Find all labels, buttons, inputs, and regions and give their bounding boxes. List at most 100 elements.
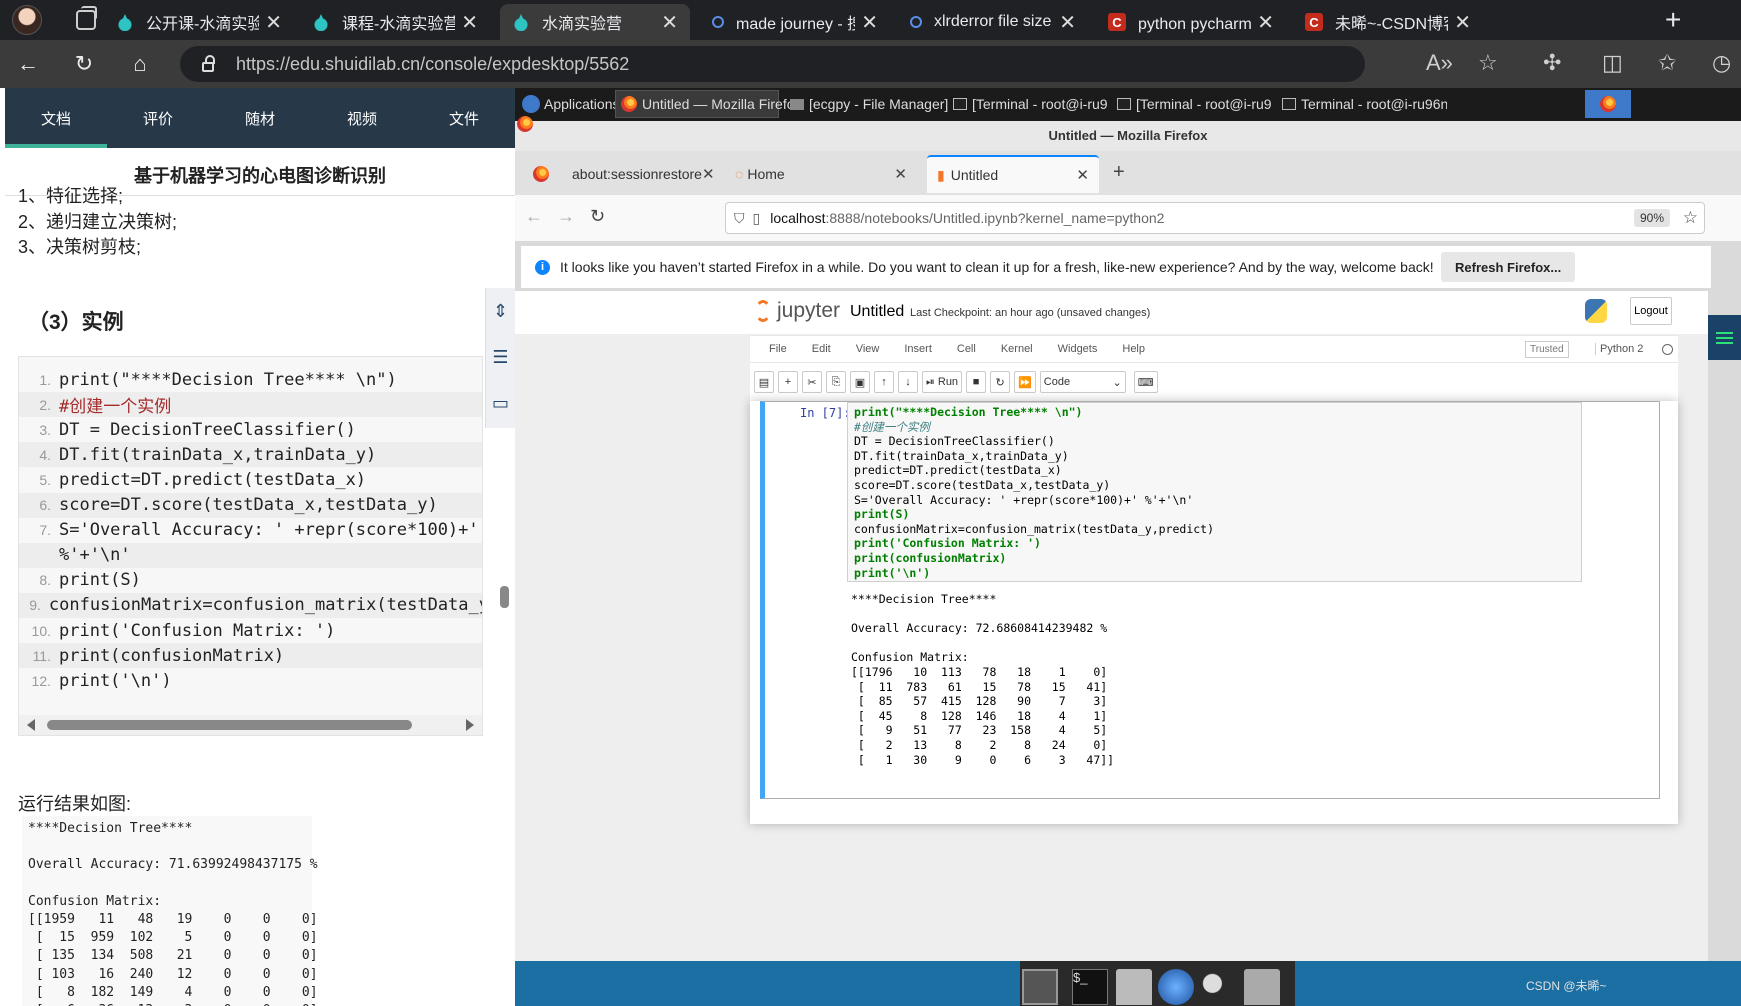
run-button[interactable]: ⏯ Run — [922, 371, 963, 393]
refresh-firefox-button[interactable]: Refresh Firefox... — [1441, 252, 1576, 282]
lock-icon[interactable] — [202, 55, 215, 72]
menu-kernel[interactable]: Kernel — [1001, 343, 1033, 355]
menu-help[interactable]: Help — [1122, 343, 1145, 355]
taskbar-firefox[interactable]: Untitled — Mozilla Firefox — [615, 90, 802, 118]
browser-tab[interactable]: made journey - 搜索 ✕ — [700, 4, 890, 40]
code-line: 9. confusionMatrix=confusion_matrix(testD… — [19, 592, 482, 618]
home-folder-icon[interactable] — [1116, 969, 1152, 1005]
course-tab-video[interactable]: 视频 — [311, 88, 413, 148]
move-down-icon[interactable]: ↓ — [898, 371, 918, 393]
insert-cell-icon[interactable]: + — [778, 371, 798, 393]
history-icon[interactable]: ◷ — [1712, 50, 1731, 76]
terminal-icon[interactable]: $_ — [1072, 969, 1108, 1005]
notebook-name[interactable]: Untitled — [850, 303, 904, 321]
course-tab-files[interactable]: 文件 — [413, 88, 515, 148]
vertical-scrollbar-thumb[interactable] — [500, 586, 509, 608]
taskbar-terminal-1[interactable]: [Terminal - root@i-ru96... — [948, 90, 1108, 118]
browser-tab[interactable]: Cpython pycharm安装 ✕ — [1096, 4, 1286, 40]
fast-forward-icon[interactable]: ⏩ — [1014, 371, 1036, 393]
browser-tab[interactable]: 水滴实验营 ✕ — [500, 4, 690, 40]
tab-actions-icon[interactable] — [76, 6, 97, 30]
firefox-tab-session[interactable]: about:sessionrestore ✕ — [523, 155, 718, 193]
taskbar-terminal-2[interactable]: [Terminal - root@i-ru96... — [1112, 90, 1272, 118]
cut-icon[interactable]: ✂ — [802, 371, 822, 393]
menu-insert[interactable]: Insert — [904, 343, 932, 355]
reload-icon[interactable]: ↻ — [56, 51, 112, 77]
profile-avatar[interactable] — [12, 5, 42, 35]
logout-button[interactable]: Logout — [1630, 297, 1672, 325]
close-tab-icon[interactable]: ✕ — [1454, 10, 1471, 35]
extensions-icon[interactable]: ✣ — [1543, 50, 1561, 76]
keyboard-icon[interactable]: ⌨ — [1133, 371, 1158, 393]
back-icon[interactable]: ← — [0, 51, 56, 77]
course-tab-review[interactable]: 评价 — [107, 88, 209, 148]
new-tab-button[interactable]: + — [1665, 4, 1681, 36]
shield-icon: ⛉ — [734, 209, 745, 226]
taskbar-file-manager[interactable]: [ecgpy - File Manager] — [785, 90, 948, 118]
home-icon[interactable]: ⌂ — [112, 51, 168, 77]
line-number: 1. — [39, 371, 51, 388]
course-tab-docs[interactable]: 文档 — [5, 88, 107, 148]
new-tab-icon[interactable]: + — [1113, 161, 1125, 184]
window-icon[interactable]: ▭ — [486, 380, 515, 426]
scroll-left-icon[interactable] — [27, 719, 35, 731]
code-cell[interactable]: In [7]: print("****Decision Tree**** \n"… — [760, 401, 1660, 799]
menu-widgets[interactable]: Widgets — [1058, 343, 1098, 355]
paste-icon[interactable]: ▣ — [850, 371, 870, 393]
folder-icon[interactable] — [1244, 969, 1280, 1005]
web-browser-icon[interactable] — [1158, 969, 1194, 1005]
code-text: %'+'\n' — [59, 545, 131, 566]
panel-firefox-launcher[interactable] — [1585, 90, 1631, 118]
browser-tab[interactable]: 公开课-水滴实验营 ✕ — [104, 4, 294, 40]
outline-icon[interactable]: ☰ — [486, 334, 515, 380]
browser-tab[interactable]: 课程-水滴实验营 ✕ — [300, 4, 490, 40]
url-field[interactable]: https://edu.shuidilab.cn/console/expdesk… — [180, 46, 1365, 82]
firefox-tab-untitled[interactable]: ▮ Untitled ✕ — [927, 155, 1099, 193]
taskbar-terminal-3[interactable]: Terminal - root@i-ru96n... — [1277, 90, 1447, 118]
read-aloud-icon[interactable]: A» — [1426, 50, 1453, 76]
browser-tab[interactable]: C 未晞~-CSDN博客 ✕ — [1293, 4, 1483, 40]
menu-view[interactable]: View — [856, 343, 880, 355]
stop-icon[interactable]: ■ — [966, 371, 987, 393]
zoom-level[interactable]: 90% — [1633, 209, 1670, 227]
firefox-tab-home[interactable]: ◌ Home ✕ — [725, 155, 917, 193]
favorites-icon[interactable]: ✩ — [1658, 50, 1676, 76]
menu-edit[interactable]: Edit — [812, 343, 831, 355]
bookmark-star-icon[interactable]: ☆ — [1683, 208, 1698, 228]
search-icon[interactable] — [1198, 969, 1234, 1005]
close-tab-icon[interactable]: ✕ — [861, 10, 878, 35]
horizontal-scrollbar[interactable] — [19, 715, 482, 735]
firefox-url-field[interactable]: ⛉ ▯ localhost:8888/notebooks/Untitled.ip… — [725, 202, 1705, 234]
menu-file[interactable]: File — [769, 343, 787, 355]
close-tab-icon[interactable]: ✕ — [461, 10, 478, 35]
close-tab-icon[interactable]: ✕ — [661, 10, 678, 35]
trusted-badge[interactable]: Trusted — [1525, 341, 1569, 358]
back-icon[interactable]: ← — [525, 206, 543, 227]
favorite-star-icon[interactable]: ☆ — [1478, 50, 1498, 76]
menu-cell[interactable]: Cell — [957, 343, 976, 355]
close-tab-icon[interactable]: ✕ — [1059, 10, 1076, 35]
close-icon[interactable]: ✕ — [894, 165, 907, 183]
browser-tab[interactable]: xlrderror file size is 0 ✕ — [898, 4, 1088, 40]
close-tab-icon[interactable]: ✕ — [1257, 10, 1274, 35]
course-tab-materials[interactable]: 随材 — [209, 88, 311, 148]
close-icon[interactable]: ✕ — [702, 165, 715, 183]
show-desktop-icon[interactable] — [1022, 969, 1058, 1005]
cell-input[interactable]: print("****Decision Tree**** \n") #创建一个实例… — [847, 402, 1582, 582]
close-icon[interactable]: ✕ — [1076, 166, 1089, 184]
restart-icon[interactable]: ↻ — [990, 371, 1011, 393]
expand-collapse-icon[interactable]: ⇕ — [486, 288, 515, 334]
cell-type-select[interactable]: Code ⌄ — [1039, 371, 1126, 393]
reload-icon[interactable]: ↻ — [590, 206, 605, 227]
jupyter-logo[interactable]: jupyter — [755, 299, 840, 323]
move-up-icon[interactable]: ↑ — [874, 371, 894, 393]
close-tab-icon[interactable]: ✕ — [265, 10, 282, 35]
side-menu-icon[interactable] — [1708, 315, 1741, 360]
forward-icon[interactable]: → — [557, 206, 575, 227]
scroll-right-icon[interactable] — [466, 719, 474, 731]
save-icon[interactable]: ▤ — [754, 371, 774, 393]
split-screen-icon[interactable]: ◫ — [1602, 50, 1623, 76]
copy-icon[interactable]: ⎘ — [826, 371, 846, 393]
scrollbar-thumb[interactable] — [47, 720, 412, 730]
applications-menu[interactable]: Applications — [517, 90, 625, 118]
